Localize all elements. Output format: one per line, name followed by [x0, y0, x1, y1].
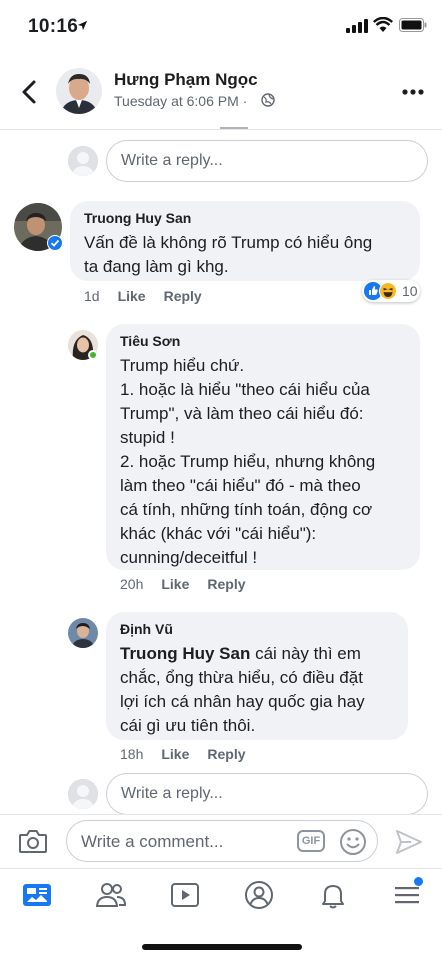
- comment-actions: 18h Like Reply: [120, 746, 246, 762]
- comment-composer: Write a comment... GIF: [0, 815, 442, 867]
- like-button[interactable]: Like: [161, 576, 189, 592]
- reply-placeholder: Write a reply...: [121, 152, 223, 169]
- comment-text: Vấn đề là không rõ Trump có hiểu ông ta …: [84, 233, 373, 276]
- my-avatar: [68, 146, 98, 176]
- reply-button[interactable]: Reply: [207, 576, 245, 592]
- comment-bubble: Định Vũ Truong Huy San cái này thì em ch…: [106, 612, 408, 740]
- mention-link[interactable]: Truong Huy San: [120, 644, 250, 663]
- reply-placeholder: Write a reply...: [121, 785, 223, 802]
- post-timestamp[interactable]: Tuesday at 6:06 PM ·: [114, 93, 247, 109]
- comment-author[interactable]: Truong Huy San: [84, 210, 191, 226]
- haha-reaction-icon: [379, 282, 397, 300]
- comment-input[interactable]: Write a comment... GIF: [66, 820, 378, 862]
- commenter-avatar[interactable]: [68, 618, 98, 648]
- battery-icon: [399, 18, 427, 32]
- location-arrow-icon: [77, 20, 88, 31]
- verified-badge-icon: [47, 235, 63, 251]
- comment-bubble: Truong Huy San Vấn đề là không rõ Trump …: [70, 201, 420, 281]
- header-divider: [0, 129, 442, 130]
- friends-icon[interactable]: [95, 879, 127, 911]
- like-button[interactable]: Like: [118, 288, 146, 304]
- send-icon[interactable]: [394, 828, 424, 856]
- reply-button[interactable]: Reply: [164, 288, 202, 304]
- emoji-icon[interactable]: [339, 828, 367, 856]
- my-avatar: [68, 779, 98, 809]
- post-header: Hưng Phạm Ngọc Tuesday at 6:06 PM ·: [0, 56, 442, 128]
- status-bar: 10:16: [0, 0, 442, 52]
- gif-button[interactable]: GIF: [297, 830, 325, 852]
- watch-icon[interactable]: [169, 879, 201, 911]
- author-name[interactable]: Hưng Phạm Ngọc: [114, 70, 258, 90]
- reply-input-bottom[interactable]: Write a reply...: [106, 773, 428, 815]
- home-indicator[interactable]: [142, 944, 302, 950]
- status-time: 10:16: [28, 16, 79, 37]
- comment-time: 20h: [120, 576, 144, 592]
- bell-icon[interactable]: [317, 879, 349, 911]
- camera-icon[interactable]: [18, 828, 48, 854]
- like-button[interactable]: Like: [161, 746, 189, 762]
- author-avatar[interactable]: [56, 68, 102, 114]
- signal-icon: [346, 19, 368, 33]
- reaction-count: 10: [402, 283, 418, 299]
- comment-author[interactable]: Tiêu Sơn: [120, 333, 180, 349]
- comment-text: Truong Huy San cái này thì em chắc, ổng …: [120, 642, 365, 738]
- bottom-tab-bar: [0, 869, 442, 925]
- menu-notification-dot: [414, 877, 423, 886]
- reaction-summary[interactable]: 10: [362, 280, 420, 302]
- comment-bubble: Tiêu Sơn Trump hiểu chứ. 1. hoặc là hiểu…: [106, 324, 420, 570]
- comment-placeholder: Write a comment...: [81, 832, 224, 851]
- scrolled-content-edge: [220, 124, 248, 129]
- comment-text: Trump hiểu chứ. 1. hoặc là hiểu "theo cá…: [120, 356, 376, 567]
- comment-author[interactable]: Định Vũ: [120, 621, 173, 637]
- reply-input-top[interactable]: Write a reply...: [106, 140, 428, 182]
- comment-actions: 20h Like Reply: [120, 576, 246, 592]
- profile-icon[interactable]: [243, 879, 275, 911]
- comment-time: 18h: [120, 746, 144, 762]
- comment-time: 1d: [84, 288, 100, 304]
- wifi-icon: [373, 17, 393, 32]
- back-arrow-icon[interactable]: [14, 76, 44, 108]
- news-feed-icon[interactable]: [21, 879, 53, 911]
- online-status-dot: [88, 350, 98, 360]
- reply-button[interactable]: Reply: [207, 746, 245, 762]
- comment-actions: 1d Like Reply: [84, 288, 202, 304]
- more-icon[interactable]: [402, 88, 424, 96]
- globe-icon: [261, 93, 275, 107]
